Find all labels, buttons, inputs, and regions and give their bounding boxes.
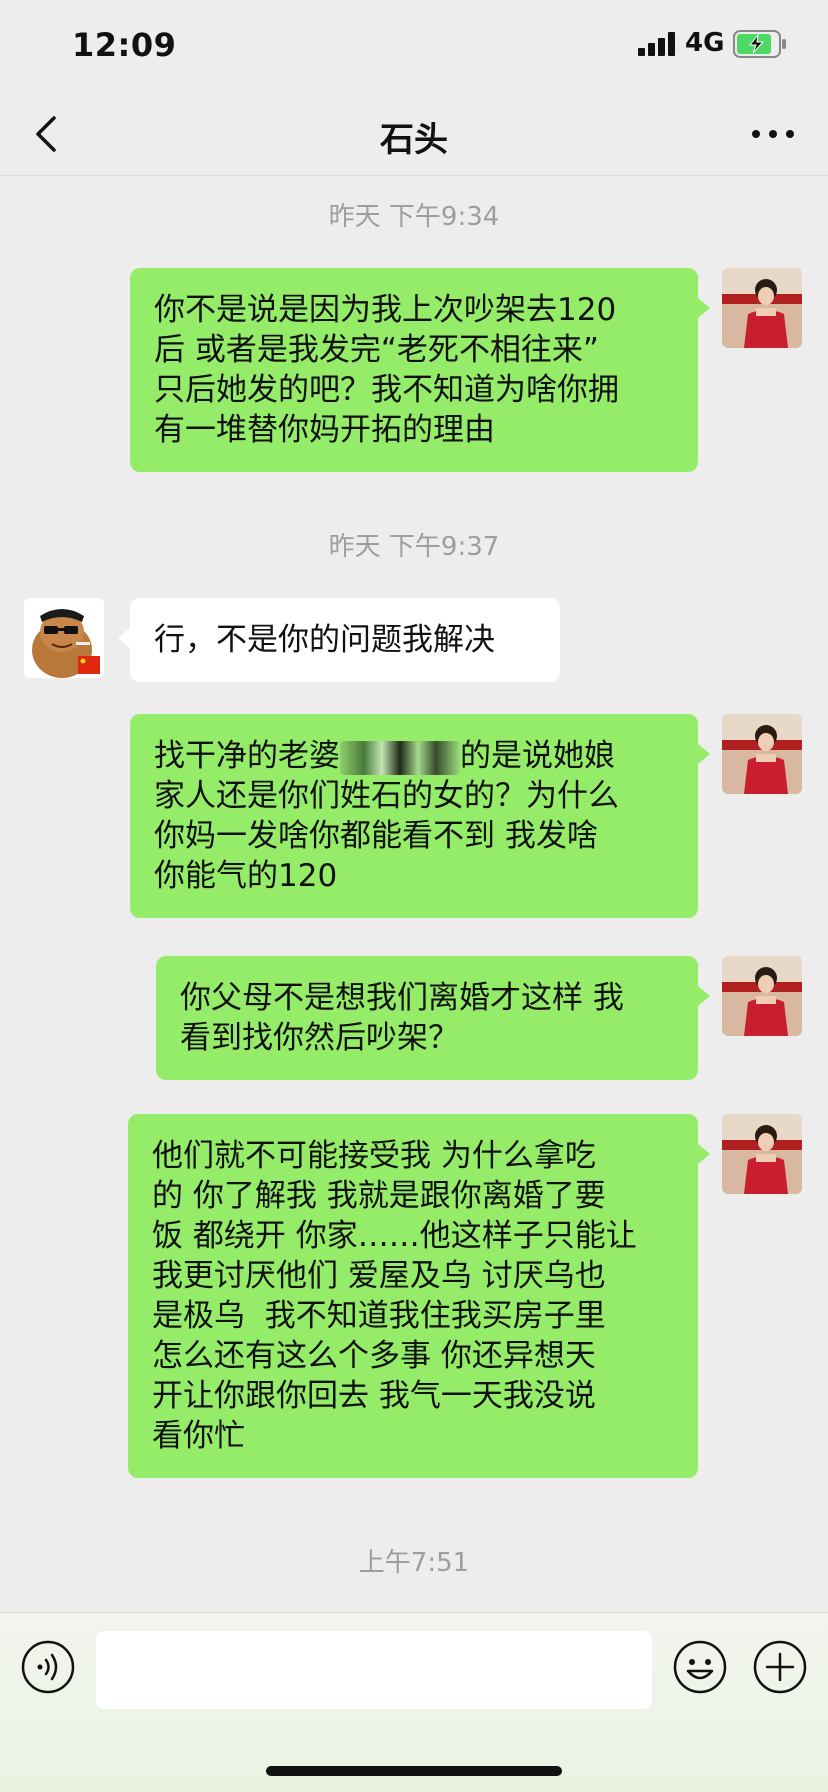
chat-title: 石头 (380, 120, 448, 160)
voice-icon[interactable] (20, 1639, 76, 1695)
bubble-tail (698, 744, 710, 764)
timestamp: 昨天 下午9:34 (328, 202, 500, 232)
input-bar (0, 1612, 828, 1792)
outgoing-message[interactable]: 你父母不是想我们离婚才这样 我 看到找你然后吵架？ (156, 956, 698, 1080)
outgoing-message[interactable]: 你不是说是因为我上次吵架去120 后 或者是我发完“老死不相往来” 只后她发的吧… (130, 268, 698, 472)
timestamp: 上午7:51 (358, 1548, 470, 1578)
nav-bar: 石头 (0, 92, 828, 176)
incoming-message[interactable]: 行，不是你的问题我解决 (130, 598, 560, 682)
bubble-tail (698, 986, 710, 1006)
timestamp: 昨天 下午9:37 (328, 532, 500, 562)
emoji-icon[interactable] (672, 1639, 728, 1695)
my-avatar[interactable] (722, 1114, 802, 1194)
my-avatar[interactable] (722, 956, 802, 1036)
my-avatar[interactable] (722, 714, 802, 794)
plus-icon[interactable] (752, 1639, 808, 1695)
more-horizontal-icon[interactable] (748, 112, 798, 156)
message-input[interactable] (96, 1631, 652, 1709)
status-bar: 12:09 4G (0, 0, 828, 92)
bubble-tail (698, 1144, 710, 1164)
status-time: 12:09 (72, 26, 177, 64)
bubble-tail (118, 628, 130, 648)
signal-icon (638, 32, 675, 56)
contact-avatar[interactable] (24, 598, 104, 678)
bubble-tail (698, 298, 710, 318)
redacted-blur (340, 740, 460, 775)
message-text: 找干净的老婆 (154, 738, 340, 774)
my-avatar[interactable] (722, 268, 802, 348)
network-type: 4G (685, 28, 725, 58)
battery-charging-icon (733, 30, 786, 58)
home-indicator[interactable] (266, 1766, 562, 1776)
outgoing-message[interactable]: 他们就不可能接受我 为什么拿吃 的 你了解我 我就是跟你离婚了要 饭 都绕开 你… (128, 1114, 698, 1478)
outgoing-message[interactable]: 找干净的老婆 的是说她娘 家人还是你们姓石的女的？为什么 你妈一发啥你都能看不到 … (130, 714, 698, 918)
